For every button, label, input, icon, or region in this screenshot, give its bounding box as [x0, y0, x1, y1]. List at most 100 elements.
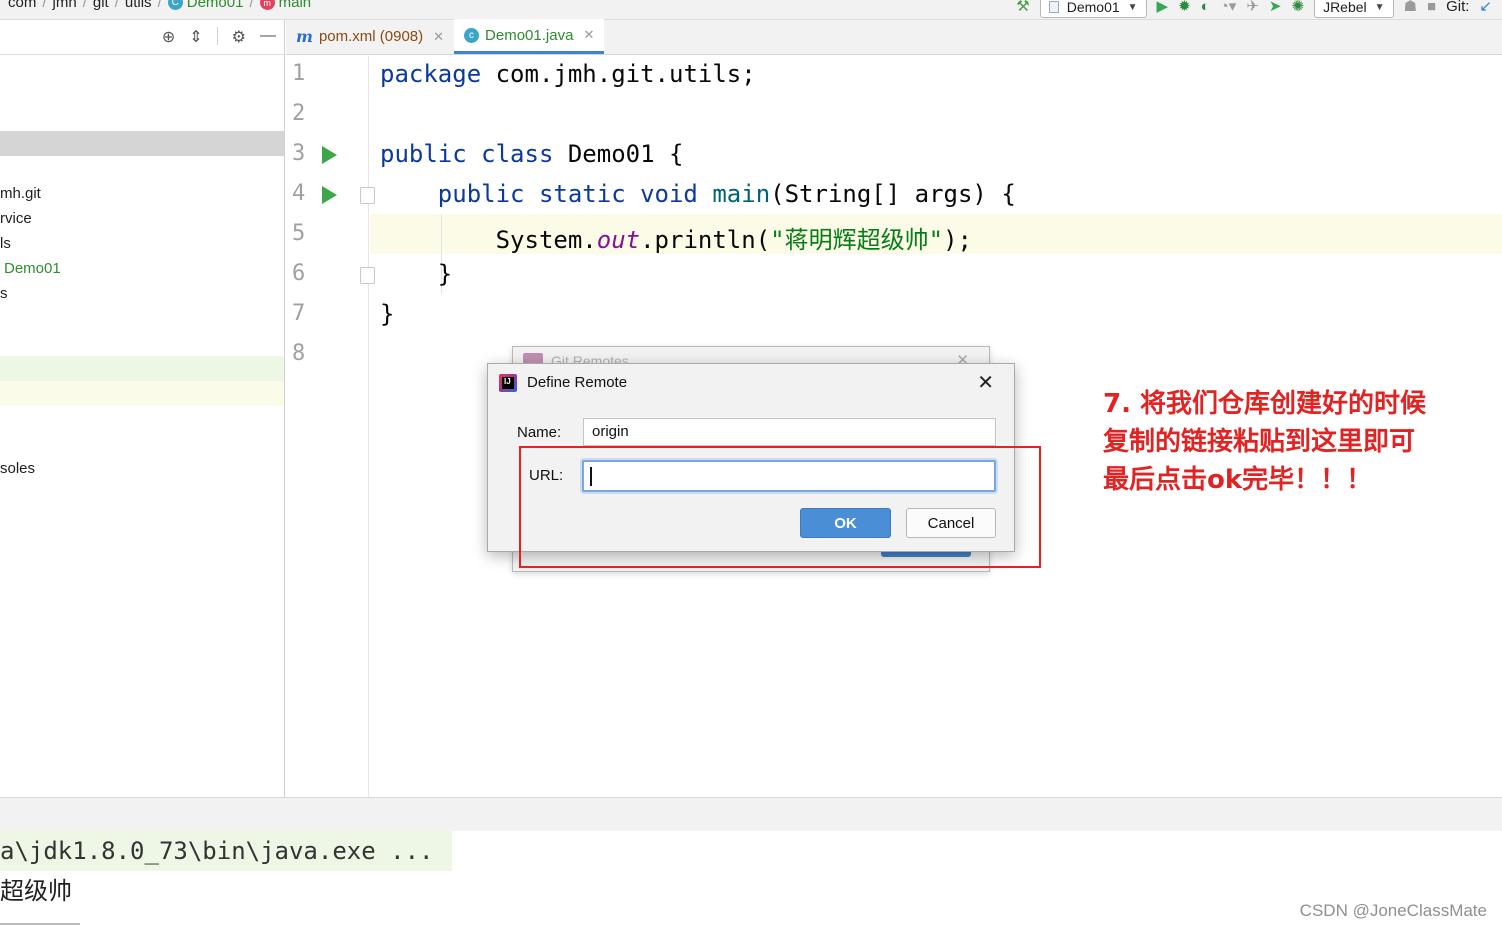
gear-icon[interactable]: ⚙	[232, 27, 246, 47]
tree-row-demo01[interactable]: Demo01	[0, 256, 284, 281]
divider	[216, 27, 218, 45]
breadcrumb-label: git	[92, 0, 109, 11]
tab-label: pom.xml (0908)	[318, 28, 424, 45]
code-text: com.jmh.git.utils;	[481, 60, 756, 88]
run-gutter-icon[interactable]	[322, 146, 337, 164]
coverage-icon[interactable]: ◐	[1201, 0, 1210, 17]
git-label: Git:	[1446, 0, 1470, 15]
console-command-line: a\jdk1.8.0_73\bin\java.exe ...	[0, 831, 452, 871]
breadcrumb-item-com[interactable]: com	[8, 0, 36, 11]
line-number: 5	[292, 221, 306, 246]
profile-icon[interactable]: ◔▾	[1220, 0, 1237, 17]
annotation-line: 最后点击ok完毕！！！	[1103, 465, 1373, 495]
close-icon[interactable]: ✕	[583, 27, 594, 43]
name-field[interactable]: origin	[583, 418, 996, 446]
attach-icon[interactable]: ☗	[1404, 0, 1417, 17]
breadcrumb-separator: /	[114, 0, 119, 11]
run-configuration-select[interactable]: Demo01 ▼	[1039, 0, 1147, 18]
stop-icon[interactable]: ■	[1427, 0, 1436, 17]
breadcrumb-label: main	[278, 0, 312, 11]
navigation-bar: com / jmh / git / utils / C Demo01 / m mai…	[0, 0, 1502, 20]
tree-row-selected[interactable]	[0, 131, 284, 156]
tree-row-label: soles	[0, 460, 36, 477]
run-icon[interactable]: ▶	[1157, 0, 1169, 17]
close-icon[interactable]: ✕	[433, 29, 444, 45]
jrebel-rocket-icon[interactable]: ✈	[1246, 0, 1259, 17]
tab-demo01-java[interactable]: c Demo01.java ✕	[454, 19, 605, 54]
breadcrumb: com / jmh / git / utils / C Demo01 / m mai…	[8, 0, 311, 11]
project-tool-window: ⊕ ⇕ ⚙ — mh.git rvice ls Demo01 s soles	[0, 20, 285, 797]
class-icon: C	[167, 0, 183, 10]
run-panel-header	[0, 797, 1502, 831]
run-config-label: Demo01	[1066, 0, 1120, 15]
code-text: System.	[495, 226, 597, 254]
fold-icon[interactable]	[360, 267, 375, 284]
jrebel-run-icon[interactable]: ➤	[1269, 0, 1282, 17]
hide-minus-icon[interactable]: —	[260, 27, 276, 47]
tree-row-label: s	[0, 285, 8, 302]
intellij-logo-icon: IJ	[499, 374, 517, 392]
tree-row[interactable]: rvice	[0, 206, 284, 231]
breadcrumb-separator: /	[42, 0, 47, 11]
breadcrumb-label: com	[8, 0, 37, 11]
name-label: Name:	[517, 424, 562, 441]
jrebel-debug-icon[interactable]: ✺	[1291, 0, 1304, 17]
line-number: 6	[292, 261, 306, 286]
keyword: package	[380, 60, 482, 88]
run-gutter-icon[interactable]	[322, 186, 337, 204]
fold-icon[interactable]	[360, 187, 375, 204]
console-output-line: 超级帅	[0, 877, 72, 905]
breadcrumb-item-class[interactable]: C Demo01	[167, 0, 243, 11]
debug-bug-icon[interactable]: ✹	[1178, 0, 1191, 17]
annotation-note: 7. 将我们仓库创建好的时候 复制的链接粘贴到这里即可 最后点击ok完毕！！！	[1103, 385, 1493, 499]
run-console[interactable]: a\jdk1.8.0_73\bin\java.exe ... 超级帅	[0, 831, 1502, 927]
tree-row[interactable]: ls	[0, 231, 284, 256]
tree-row-highlight[interactable]	[0, 356, 284, 381]
dialog-title-bar: IJ Define Remote ✕	[488, 364, 1014, 402]
annotation-highlight-box	[519, 446, 1041, 568]
tab-pom-xml[interactable]: m pom.xml (0908) ✕	[286, 19, 454, 54]
tree-row-label: mh.git	[0, 185, 41, 202]
collapse-all-icon[interactable]: ⇕	[189, 27, 202, 47]
static-field: out	[596, 226, 641, 254]
tree-row[interactable]: s	[0, 281, 284, 306]
watermark: CSDN @JoneClassMate	[1299, 901, 1487, 920]
method-icon: m	[259, 0, 275, 10]
build-hammer-icon[interactable]: ⚒	[1016, 0, 1029, 17]
breadcrumb-item-jmh[interactable]: jmh	[53, 0, 77, 11]
divider	[0, 923, 80, 925]
dialog-title: Define Remote	[527, 374, 628, 391]
code-line-7: }	[380, 300, 395, 328]
tree-row-scratches[interactable]: soles	[0, 456, 284, 481]
git-update-arrow-icon[interactable]: ↙	[1479, 0, 1492, 17]
code-line-3: public class Demo01 {	[380, 140, 683, 168]
code-text: .println(	[640, 226, 771, 254]
breadcrumb-item-git[interactable]: git	[93, 0, 109, 11]
string-literal: "蒋明辉超级帅"	[770, 226, 944, 254]
line-number: 4	[292, 181, 306, 206]
line-number: 1	[292, 61, 306, 86]
tree-row[interactable]: mh.git	[0, 181, 284, 206]
chevron-down-icon: ▼	[1127, 1, 1138, 13]
breadcrumb-label: utils	[124, 0, 152, 11]
code-line-6: }	[380, 260, 453, 288]
close-icon[interactable]: ✕	[977, 370, 994, 395]
breadcrumb-item-method[interactable]: m main	[259, 0, 312, 11]
breadcrumb-item-utils[interactable]: utils	[125, 0, 152, 11]
line-number: 8	[292, 341, 306, 366]
maven-icon: m	[296, 27, 313, 46]
tree-row-label: rvice	[0, 210, 32, 227]
main-toolbar: ⚒ Demo01 ▼ ▶ ✹ ◐ ◔▾ ✈ ➤ ✺ JRebel ▼ ☗ ■ G…	[1016, 0, 1502, 19]
breadcrumb-separator: /	[249, 0, 254, 11]
breadcrumb-label: jmh	[52, 0, 77, 11]
locate-crosshair-icon[interactable]: ⊕	[162, 27, 175, 47]
code-line-4: public static void main(String[] args) {	[380, 180, 1016, 208]
class-icon: c	[464, 27, 480, 43]
breadcrumb-separator: /	[157, 0, 162, 11]
tree-row-highlight[interactable]	[0, 381, 284, 406]
line-number: 3	[292, 141, 306, 166]
jrebel-select[interactable]: JRebel ▼	[1314, 0, 1394, 18]
tree-row-label: Demo01	[4, 260, 61, 277]
